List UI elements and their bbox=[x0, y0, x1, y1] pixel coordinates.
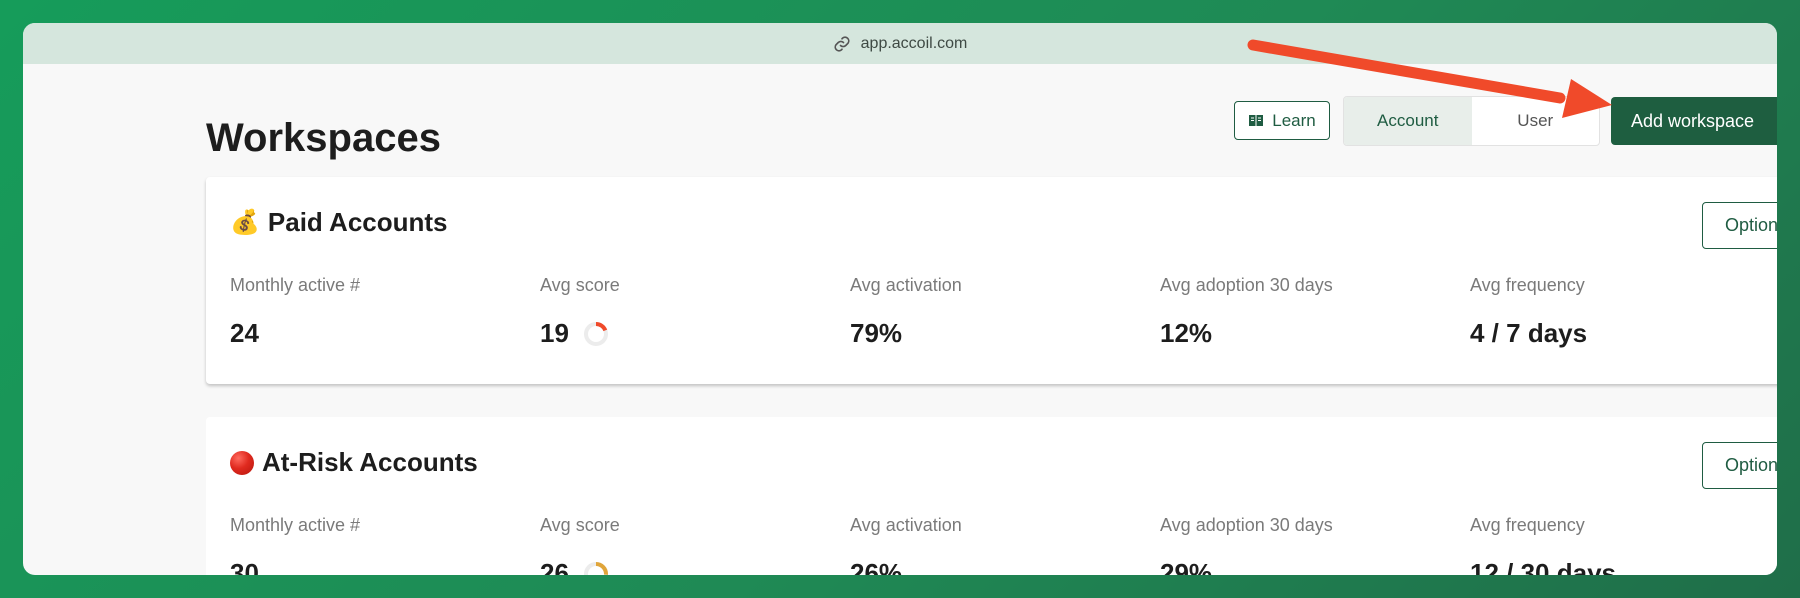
metric-value: 4 / 7 days bbox=[1470, 318, 1588, 348]
metric-avg-activation: Avg activation 79% bbox=[850, 275, 962, 349]
view-toggle: Account User bbox=[1343, 96, 1600, 146]
workspace-title[interactable]: 💰 Paid Accounts bbox=[230, 207, 448, 238]
toggle-account[interactable]: Account bbox=[1344, 97, 1472, 145]
link-icon bbox=[834, 35, 850, 52]
metric-avg-activation: Avg activation 26% bbox=[850, 515, 962, 575]
score-ring-icon bbox=[583, 321, 608, 346]
toggle-user[interactable]: User bbox=[1472, 97, 1600, 145]
address-bar[interactable]: app.accoil.com bbox=[23, 23, 1777, 64]
learn-button[interactable]: Learn bbox=[1234, 101, 1330, 140]
metric-label: Avg score bbox=[540, 515, 620, 535]
metric-value: 26 bbox=[540, 558, 569, 575]
options-button[interactable]: Options bbox=[1702, 202, 1777, 249]
metric-label: Avg frequency bbox=[1470, 515, 1585, 535]
metric-value: 29% bbox=[1160, 558, 1213, 575]
metric-label: Avg adoption 30 days bbox=[1160, 515, 1333, 535]
metric-value: 12 / 30 days bbox=[1470, 558, 1616, 575]
metric-label: Avg score bbox=[540, 275, 620, 295]
metric-value: 19 bbox=[540, 318, 569, 348]
metric-label: Monthly active # bbox=[230, 515, 361, 535]
metric-monthly-active: Monthly active # 30 bbox=[230, 515, 360, 575]
metric-value: 24 bbox=[230, 318, 259, 348]
metric-monthly-active: Monthly active # 24 bbox=[230, 275, 360, 349]
score-ring-icon bbox=[583, 561, 608, 575]
metric-value: 79% bbox=[850, 318, 903, 348]
url-text: app.accoil.com bbox=[860, 34, 968, 52]
workspace-title[interactable]: At-Risk Accounts bbox=[230, 447, 478, 478]
metric-value: 12% bbox=[1160, 318, 1213, 348]
metric-avg-adoption: Avg adoption 30 days 12% bbox=[1160, 275, 1333, 349]
app-window: app.accoil.com Workspaces Learn Account … bbox=[23, 23, 1777, 575]
book-icon bbox=[1249, 115, 1264, 126]
page-title: Workspaces bbox=[206, 116, 441, 160]
workspace-name: Paid Accounts bbox=[267, 207, 448, 237]
metric-label: Avg adoption 30 days bbox=[1160, 275, 1333, 295]
metric-avg-frequency: Avg frequency 12 / 30 days bbox=[1470, 515, 1616, 575]
learn-label: Learn bbox=[1272, 110, 1316, 130]
metric-label: Avg activation bbox=[850, 515, 962, 535]
workspace-card: 💰 Paid Accounts Options Monthly active #… bbox=[206, 177, 1777, 384]
red-circle-icon bbox=[230, 450, 254, 475]
metric-avg-frequency: Avg frequency 4 / 7 days bbox=[1470, 275, 1587, 349]
add-workspace-button[interactable]: Add workspace bbox=[1611, 97, 1777, 145]
workspace-card: At-Risk Accounts Options Monthly active … bbox=[206, 417, 1777, 575]
metric-value: 30 bbox=[230, 558, 259, 575]
metric-avg-adoption: Avg adoption 30 days 29% bbox=[1160, 515, 1333, 575]
metric-label: Avg frequency bbox=[1470, 275, 1585, 295]
metric-avg-score: Avg score 19 bbox=[540, 275, 620, 349]
workspace-name: At-Risk Accounts bbox=[262, 447, 478, 477]
metric-value: 26% bbox=[850, 558, 903, 575]
money-bag-icon: 💰 bbox=[230, 208, 260, 236]
metric-label: Monthly active # bbox=[230, 275, 361, 295]
metric-avg-score: Avg score 26 bbox=[540, 515, 620, 575]
options-button[interactable]: Options bbox=[1702, 442, 1777, 489]
metric-label: Avg activation bbox=[850, 275, 962, 295]
